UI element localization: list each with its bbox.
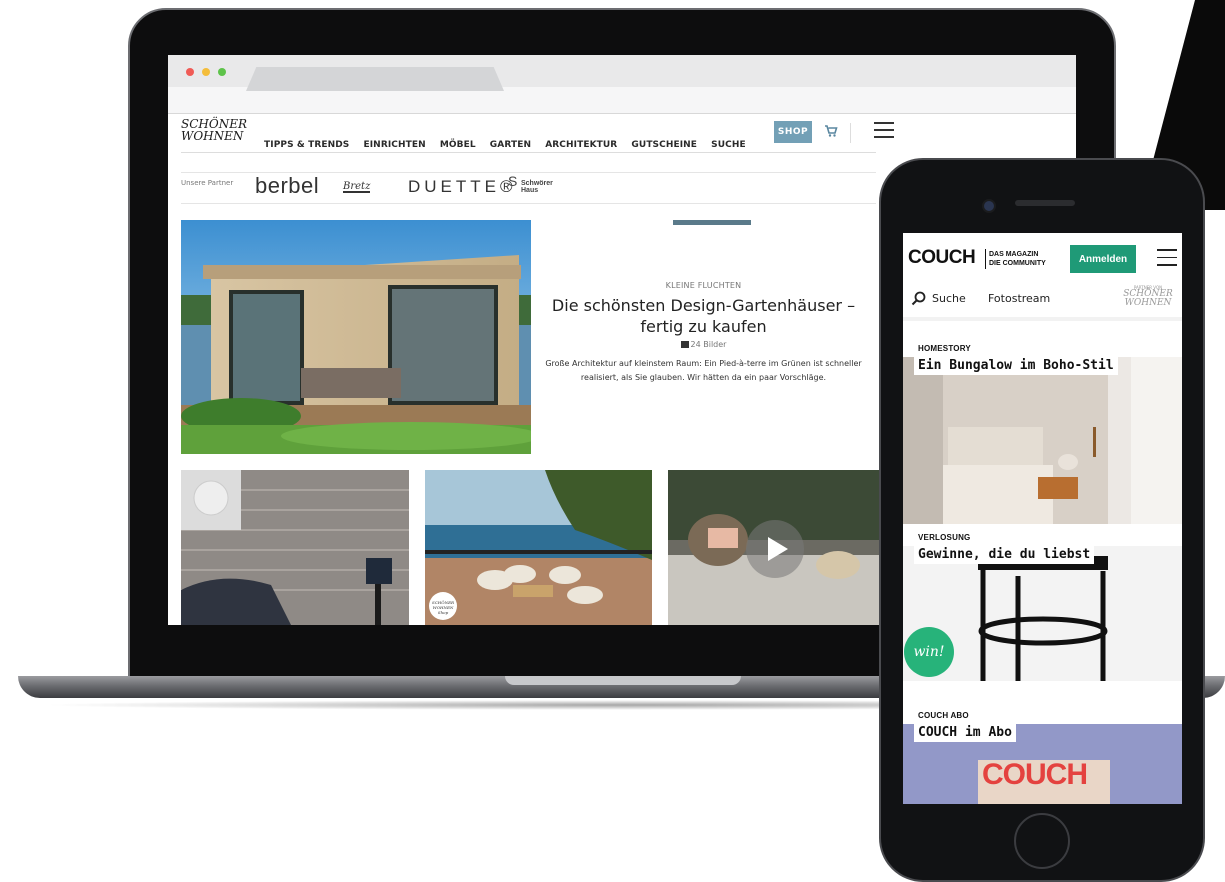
nav-architektur[interactable]: ARCHITEKTUR: [545, 140, 617, 150]
mobile-menu-icon[interactable]: [1157, 249, 1177, 266]
win-badge: win!: [904, 627, 954, 677]
hero-teaser: Große Architektur auf kleinstem Raum: Ei…: [545, 359, 862, 382]
nav-tipps-trends[interactable]: TIPPS & TRENDS: [264, 140, 349, 150]
magazine-cover-title: COUCH: [982, 758, 1088, 791]
header-rule: [181, 152, 876, 153]
card-1-image[interactable]: [903, 357, 1182, 524]
partner-logo-bretz[interactable]: Bretz: [343, 182, 371, 193]
sea-terrace-image: [425, 470, 652, 625]
laptop-notch: [505, 676, 741, 685]
shop-button[interactable]: SHOP: [774, 121, 812, 143]
teaser-tile-1[interactable]: [181, 470, 409, 625]
card-3-title[interactable]: COUCH im Abo: [914, 723, 1016, 742]
fotostream-link[interactable]: Fotostream: [988, 292, 1050, 305]
brick-wall-image: [181, 470, 409, 625]
teaser-tile-2[interactable]: SCHÖNER WOHNEN Shop: [425, 470, 652, 625]
couch-logo[interactable]: COUCH: [908, 247, 976, 269]
phone-home-button[interactable]: [1014, 813, 1070, 869]
nav-einrichten[interactable]: EINRICHTEN: [363, 140, 425, 150]
video-play-button[interactable]: [746, 520, 804, 578]
card-1-kicker: HOMESTORY: [918, 344, 971, 353]
logo-divider: [985, 249, 986, 269]
gallery-count-label: 24 Bilder: [690, 340, 727, 349]
cart-icon[interactable]: [824, 124, 838, 138]
main-nav: TIPPS & TRENDS EINRICHTEN MÖBEL GARTEN A…: [264, 132, 755, 151]
search-link[interactable]: Suche: [932, 292, 966, 305]
hero-gallery-count: 24 Bilder: [531, 340, 876, 349]
menu-icon[interactable]: [874, 117, 894, 143]
partner-logo-duette[interactable]: DUETTE®: [408, 177, 517, 197]
nav-gutscheine[interactable]: GUTSCHEINE: [631, 140, 697, 150]
play-icon: [768, 537, 788, 561]
site-logo-line2: WOHNEN: [181, 129, 244, 143]
partners-label: Unsere Partner: [181, 179, 234, 187]
bedroom-image: [903, 357, 1182, 524]
login-button[interactable]: Anmelden: [1070, 245, 1136, 273]
schwoerer-s-icon: S: [508, 173, 518, 189]
tagline-line-2: DIE COMMUNITY: [989, 260, 1046, 267]
search-icon[interactable]: [911, 291, 926, 306]
card-2-title[interactable]: Gewinne, die du liebst: [914, 545, 1095, 564]
partner-badge: PARTNER VON SCHÖNER WOHNEN: [1118, 285, 1178, 308]
window-minimize-dot[interactable]: [202, 68, 210, 76]
phone-camera: [982, 199, 996, 213]
couch-tagline: DAS MAGAZIN DIE COMMUNITY: [989, 250, 1046, 268]
partner-logo-berbel[interactable]: berbel: [255, 173, 319, 199]
phone-screen: COUCH DAS MAGAZIN DIE COMMUNITY Anmelden…: [903, 233, 1182, 804]
shop-badge: SCHÖNER WOHNEN Shop: [429, 592, 457, 620]
nav-garten[interactable]: GARTEN: [490, 140, 531, 150]
hero-image[interactable]: [181, 220, 531, 454]
magazine-cover: COUCH: [978, 760, 1110, 804]
header-divider: [850, 123, 851, 143]
partner-logo-schwoerer-label: Schwörer Haus: [521, 180, 553, 194]
hero-kicker: KLEINE FLUCHTEN: [665, 281, 742, 290]
window-maximize-dot[interactable]: [218, 68, 226, 76]
nav-suche[interactable]: SUCHE: [711, 140, 746, 150]
partner-logo-line-2: WOHNEN: [1124, 298, 1172, 308]
tagline-line-1: DAS MAGAZIN: [989, 251, 1039, 258]
hero-text-block: KLEINE FLUCHTEN Die schönsten Design-Gar…: [531, 220, 876, 454]
browser-address-strip: [168, 87, 1076, 114]
card-3-kicker: COUCH ABO: [918, 711, 969, 720]
card-1-title[interactable]: Ein Bungalow im Boho-Stil: [914, 356, 1118, 375]
hero-title[interactable]: Die schönsten Design-Gartenhäuser – fert…: [539, 295, 869, 337]
site-logo[interactable]: SCHÖNER WOHNEN: [181, 118, 247, 142]
card-2-kicker: VERLOSUNG: [918, 533, 971, 542]
partner-logo-schwoerer[interactable]: S Schwörer Haus: [508, 173, 567, 194]
window-close-dot[interactable]: [186, 68, 194, 76]
gallery-icon: [680, 341, 689, 348]
browser-tab[interactable]: [246, 67, 504, 91]
header-separator: [903, 317, 1182, 321]
nav-moebel[interactable]: MÖBEL: [440, 140, 476, 150]
phone-speaker: [1015, 200, 1075, 206]
garden-house-illustration: [181, 220, 531, 454]
teaser-tile-3[interactable]: [668, 470, 888, 625]
